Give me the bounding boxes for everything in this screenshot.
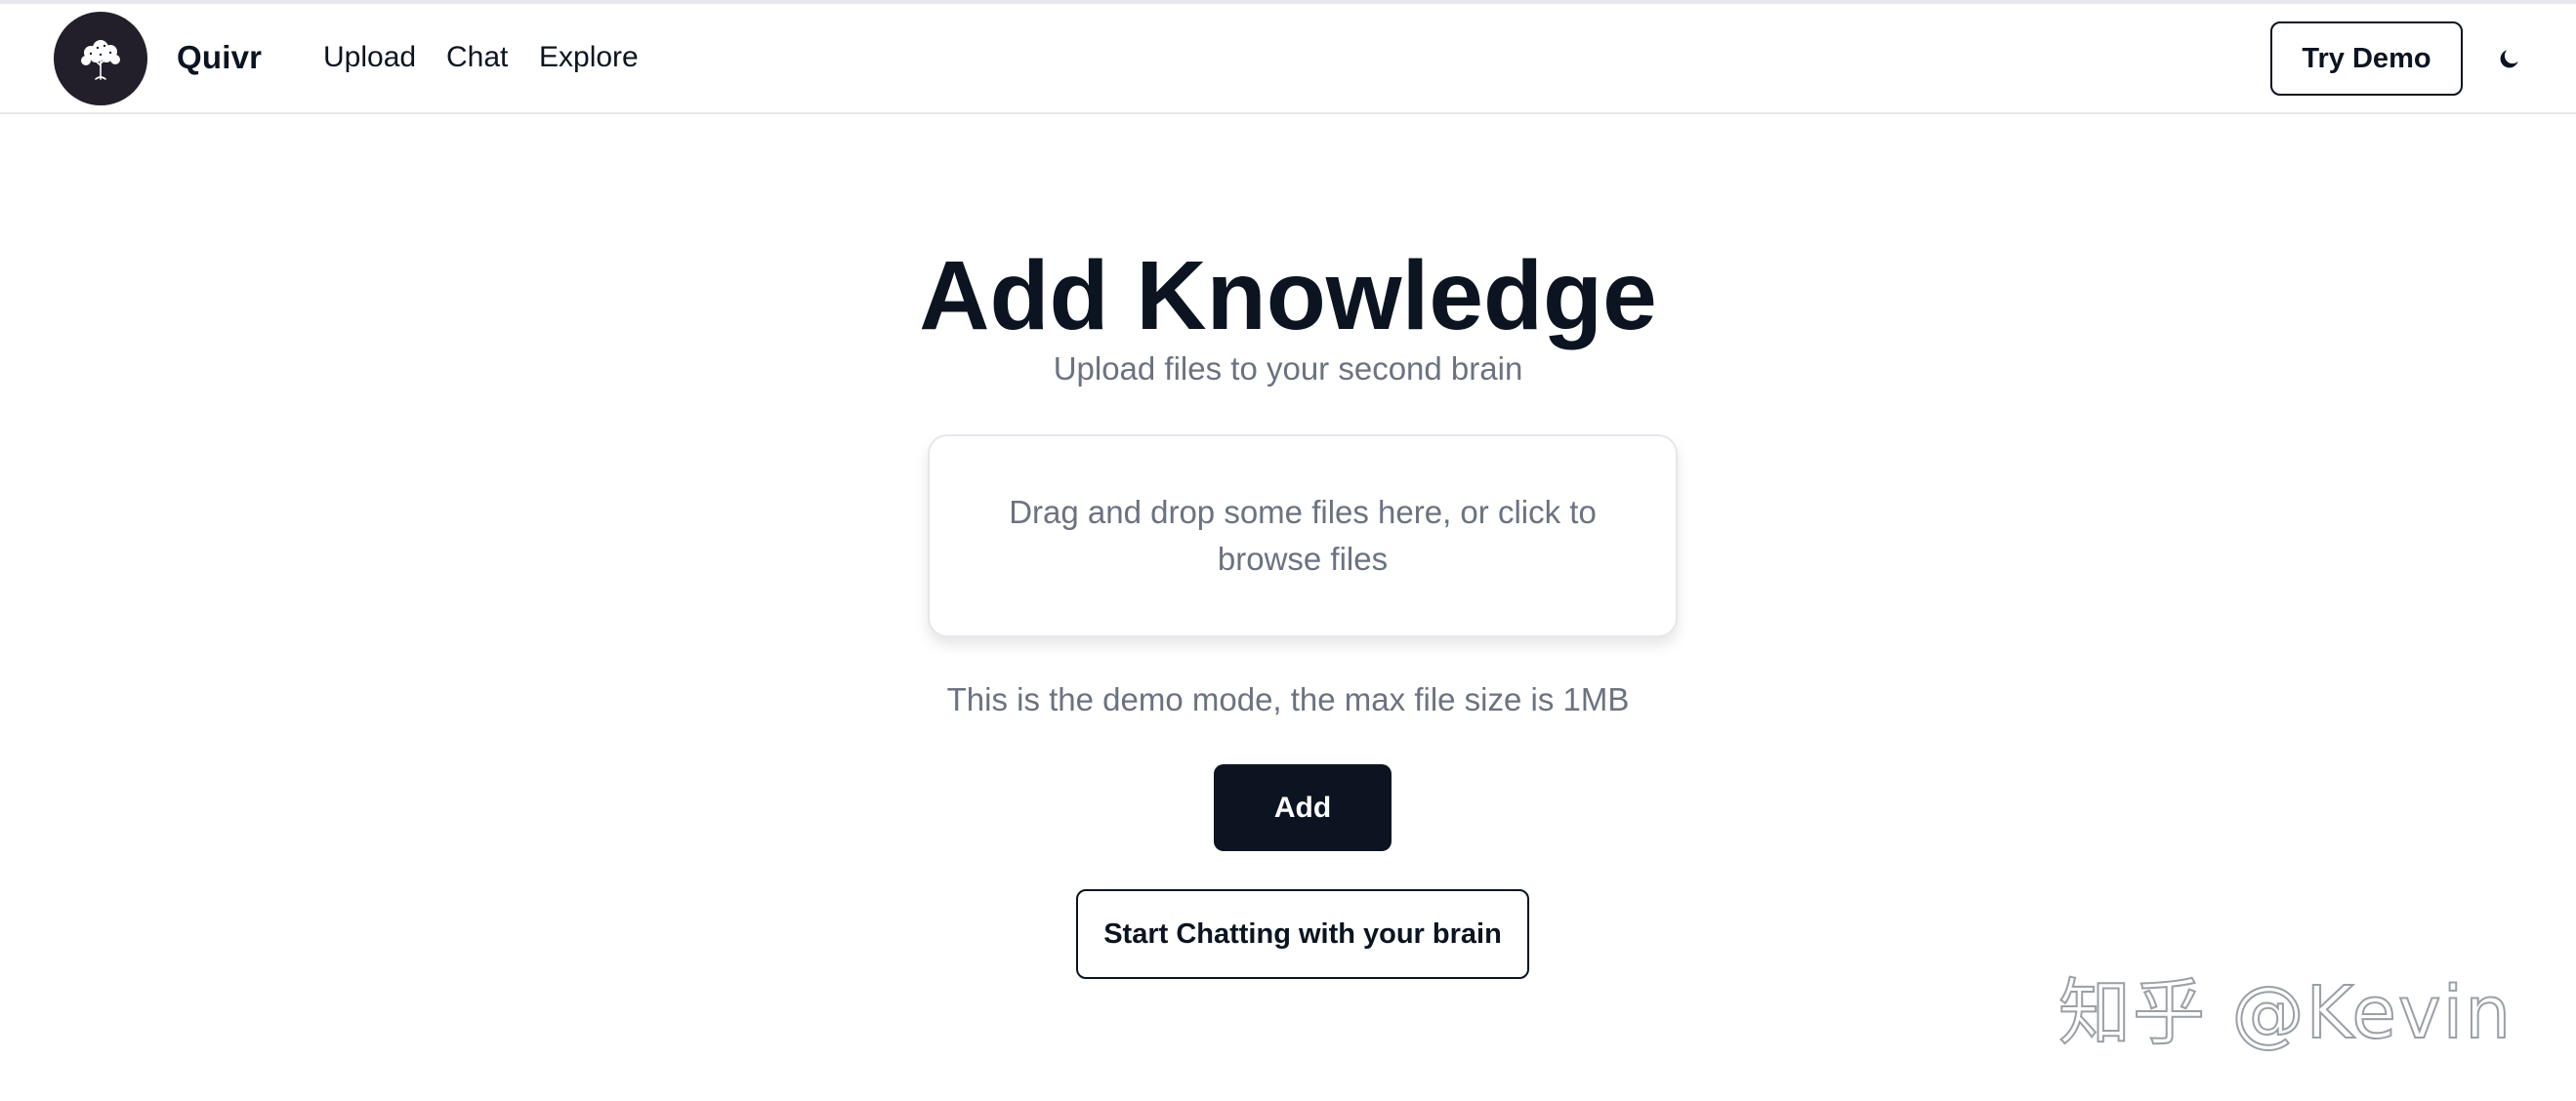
page-title: Add Knowledge [919, 241, 1657, 350]
brand-name[interactable]: Quivr [177, 39, 262, 76]
add-button[interactable]: Add [1214, 764, 1392, 851]
navbar: Quivr Upload Chat Explore Try Demo [0, 4, 2576, 114]
demo-mode-note: This is the demo mode, the max file size… [946, 681, 1630, 717]
theme-toggle-button[interactable] [2492, 41, 2527, 76]
nav-chat[interactable]: Chat [446, 41, 508, 74]
tree-icon [81, 40, 120, 80]
try-demo-button[interactable]: Try Demo [2270, 21, 2463, 96]
watermark-text: 知乎 @Kevin [2057, 970, 2514, 1056]
moon-icon [2500, 50, 2518, 68]
logo[interactable] [54, 12, 147, 105]
start-chatting-button[interactable]: Start Chatting with your brain [1076, 889, 1529, 979]
nav-explore[interactable]: Explore [539, 41, 639, 74]
page-subtitle: Upload files to your second brain [1053, 350, 1523, 387]
nav-upload[interactable]: Upload [323, 41, 416, 74]
dropzone-text: Drag and drop some files here, or click … [1009, 494, 1597, 577]
file-dropzone[interactable]: Drag and drop some files here, or click … [928, 434, 1678, 637]
